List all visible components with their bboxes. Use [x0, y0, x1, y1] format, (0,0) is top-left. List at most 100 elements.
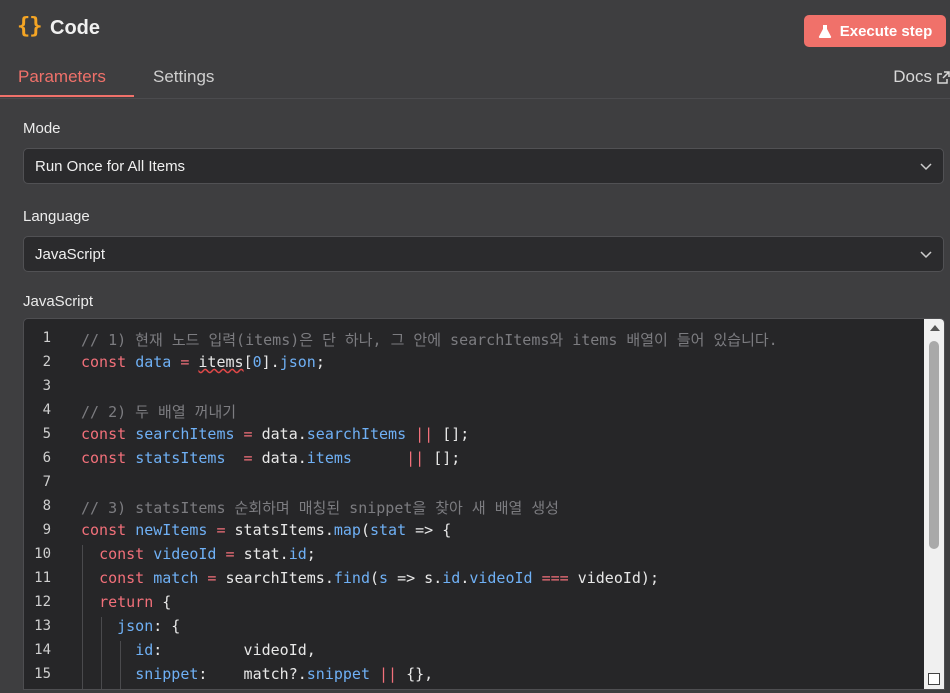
code-braces-icon: {} — [17, 14, 42, 39]
code-token: ( — [360, 521, 370, 539]
scroll-up-arrow-icon[interactable] — [930, 325, 940, 331]
code-token: = — [234, 425, 262, 443]
code-token: = — [216, 545, 244, 563]
code-token: match — [153, 569, 199, 587]
code-token: searchItems. — [225, 569, 334, 587]
code-line[interactable]: const newItems = statsItems.map(stat => … — [81, 521, 451, 539]
code-token: searchItems — [306, 425, 407, 443]
line-number: 7 — [42, 474, 51, 490]
docs-link[interactable]: Docs — [893, 67, 950, 87]
code-token: { — [153, 593, 172, 611]
code-token: [ — [243, 353, 253, 371]
code-token: id — [442, 569, 461, 587]
code-line[interactable]: const searchItems = data.searchItems || … — [81, 425, 469, 443]
language-label: Language — [23, 208, 90, 225]
code-token: ; — [315, 353, 325, 371]
code-token: statsItems. — [234, 521, 334, 539]
flask-icon — [818, 25, 831, 38]
code-editor-label: JavaScript — [23, 293, 94, 310]
code-token: data — [135, 353, 172, 371]
scrollbar-thumb[interactable] — [929, 341, 939, 549]
language-select[interactable]: JavaScript — [23, 236, 944, 272]
code-token: videoId); — [577, 569, 659, 587]
code-line[interactable]: json: { — [81, 617, 180, 635]
code-token: = — [207, 521, 235, 539]
code-token: const — [99, 569, 145, 587]
code-token: const — [81, 353, 127, 371]
code-line[interactable]: return { — [81, 593, 171, 611]
tab-settings[interactable]: Settings — [153, 67, 214, 87]
code-token: : videoId, — [153, 641, 316, 659]
line-number: 9 — [42, 522, 51, 538]
code-token: {}, — [406, 665, 434, 683]
code-token: find — [333, 569, 370, 587]
vertical-scrollbar[interactable] — [924, 319, 944, 689]
line-number: 13 — [34, 618, 51, 634]
line-number: 4 — [42, 402, 51, 418]
code-token: : match?. — [198, 665, 307, 683]
execute-step-button[interactable]: Execute step — [804, 15, 946, 47]
tab-parameters[interactable]: Parameters — [18, 67, 106, 87]
line-number: 8 — [42, 498, 51, 514]
code-token: . — [460, 569, 470, 587]
code-line[interactable]: // 2) 두 배열 꺼내기 — [81, 401, 236, 422]
code-token: []; — [433, 449, 461, 467]
code-token: // 3) statsItems 순회하며 매칭된 snippet을 찾아 새 … — [81, 499, 559, 517]
line-number: 6 — [42, 450, 51, 466]
node-title: Code — [50, 17, 100, 39]
line-number: 15 — [34, 666, 51, 682]
code-token: id — [288, 545, 307, 563]
code-token: ]. — [261, 353, 280, 371]
code-line[interactable]: const statsItems = data.items || []; — [81, 449, 460, 467]
code-line[interactable]: const data = items[0].json; — [81, 353, 325, 371]
code-line[interactable]: id: videoId, — [81, 641, 316, 659]
code-line[interactable]: const match = searchItems.find(s => s.id… — [81, 569, 659, 587]
node-header: {} Code Execute step — [0, 0, 950, 58]
mode-select[interactable]: Run Once for All Items — [23, 148, 944, 184]
language-value: JavaScript — [35, 246, 106, 263]
code-token: : { — [153, 617, 181, 635]
code-token: = — [225, 449, 262, 467]
external-link-icon — [937, 70, 950, 84]
code-token: statsItems — [135, 449, 226, 467]
code-token: || — [370, 665, 407, 683]
code-token: items — [198, 353, 244, 371]
line-number: 12 — [34, 594, 51, 610]
code-token: => s. — [388, 569, 443, 587]
execute-step-label: Execute step — [839, 22, 933, 40]
code-line[interactable]: // 3) statsItems 순회하며 매칭된 snippet을 찾아 새 … — [81, 497, 559, 518]
line-number: 14 — [34, 642, 51, 658]
line-number-gutter: 1 2 3 4 5 6 7 8 9 10 11 12 13 14 15 — [24, 319, 74, 689]
chevron-down-icon — [920, 251, 932, 259]
code-token: searchItems — [135, 425, 235, 443]
code-line[interactable]: snippet: match?.snippet || {}, — [81, 665, 433, 683]
docs-label: Docs — [893, 67, 932, 86]
code-token: map — [333, 521, 361, 539]
code-line[interactable]: const videoId = stat.id; — [81, 545, 316, 563]
code-token: => { — [406, 521, 452, 539]
line-number: 2 — [42, 354, 51, 370]
mode-label: Mode — [23, 120, 61, 137]
code-token: s — [379, 569, 389, 587]
code-token: === — [532, 569, 578, 587]
code-token: []; — [442, 425, 470, 443]
code-token: || — [351, 449, 434, 467]
code-editor[interactable]: 1 2 3 4 5 6 7 8 9 10 11 12 13 14 15 // 1) 현재 노드 입력(ite… — [23, 318, 945, 690]
chevron-down-icon — [920, 163, 932, 171]
code-token: snippet — [135, 665, 199, 683]
active-tab-indicator — [0, 95, 134, 97]
code-token: const — [81, 425, 127, 443]
code-token: = — [198, 569, 226, 587]
resize-handle-icon[interactable] — [928, 673, 940, 685]
code-token: const — [99, 545, 145, 563]
code-token: = — [171, 353, 199, 371]
code-line[interactable]: // 1) 현재 노드 입력(items)은 단 하나, 그 안에 search… — [81, 329, 778, 350]
